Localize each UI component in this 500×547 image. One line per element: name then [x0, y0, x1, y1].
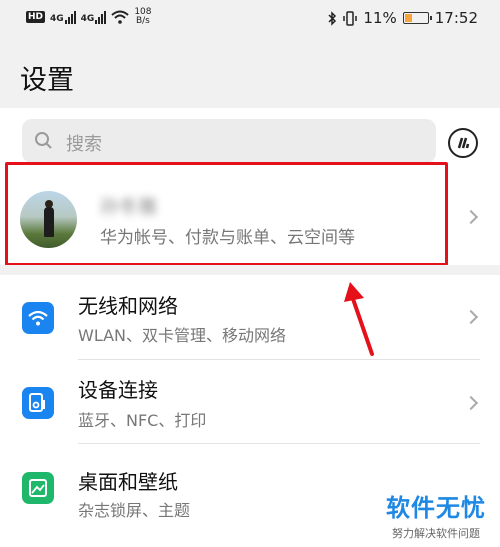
page-title: 设置	[20, 65, 74, 96]
menu-item-device-connection[interactable]: 设备连接 蓝牙、NFC、打印	[0, 360, 500, 444]
signal-icon: 4G	[50, 10, 76, 24]
status-bar: HD 4G 4G 108 B/s 11% 17:52	[0, 0, 500, 40]
menu-item-subtitle: 杂志锁屏、主题	[78, 501, 191, 520]
annotation-arrow-icon	[344, 282, 374, 356]
menu-item-subtitle: 蓝牙、NFC、打印	[78, 411, 207, 430]
menu-item-title: 桌面和壁纸	[78, 470, 178, 494]
watermark-title: 软件无忧	[386, 494, 486, 522]
device-connection-icon	[22, 387, 54, 419]
chevron-right-icon	[463, 309, 479, 325]
network-type-label: 4G	[80, 13, 95, 24]
hd-badge: HD	[26, 11, 46, 23]
bluetooth-icon	[328, 10, 337, 26]
menu-item-subtitle: WLAN、双卡管理、移动网络	[78, 326, 287, 345]
watermark-subtitle: 努力解决软件问题	[392, 527, 480, 540]
chevron-right-icon	[463, 395, 479, 411]
menu-item-title: 设备连接	[78, 378, 158, 402]
vibrate-icon	[343, 10, 358, 26]
battery-percent: 11%	[363, 9, 397, 27]
hiboard-icon	[457, 137, 470, 149]
section-divider	[0, 265, 500, 275]
clock: 17:52	[434, 9, 478, 27]
network-type-label: 4G	[50, 13, 64, 24]
hiboard-button[interactable]	[448, 128, 478, 158]
network-speed: 108 B/s	[134, 7, 152, 26]
battery-level	[404, 14, 412, 22]
wifi-icon	[22, 302, 54, 334]
wallpaper-icon	[22, 472, 54, 504]
highlight-box	[5, 162, 448, 266]
chevron-right-icon	[463, 209, 479, 225]
watermark: 软件无忧 努力解决软件问题	[386, 488, 486, 541]
signal-icon: 4G	[80, 10, 107, 24]
menu-item-wireless-network[interactable]: 无线和网络 WLAN、双卡管理、移动网络	[0, 276, 500, 360]
wifi-status-icon	[111, 10, 129, 24]
menu-item-title: 无线和网络	[78, 294, 178, 318]
search-input[interactable]: 搜索	[22, 119, 436, 163]
search-icon	[35, 132, 52, 149]
search-placeholder: 搜索	[66, 134, 102, 155]
battery-icon	[402, 12, 432, 24]
